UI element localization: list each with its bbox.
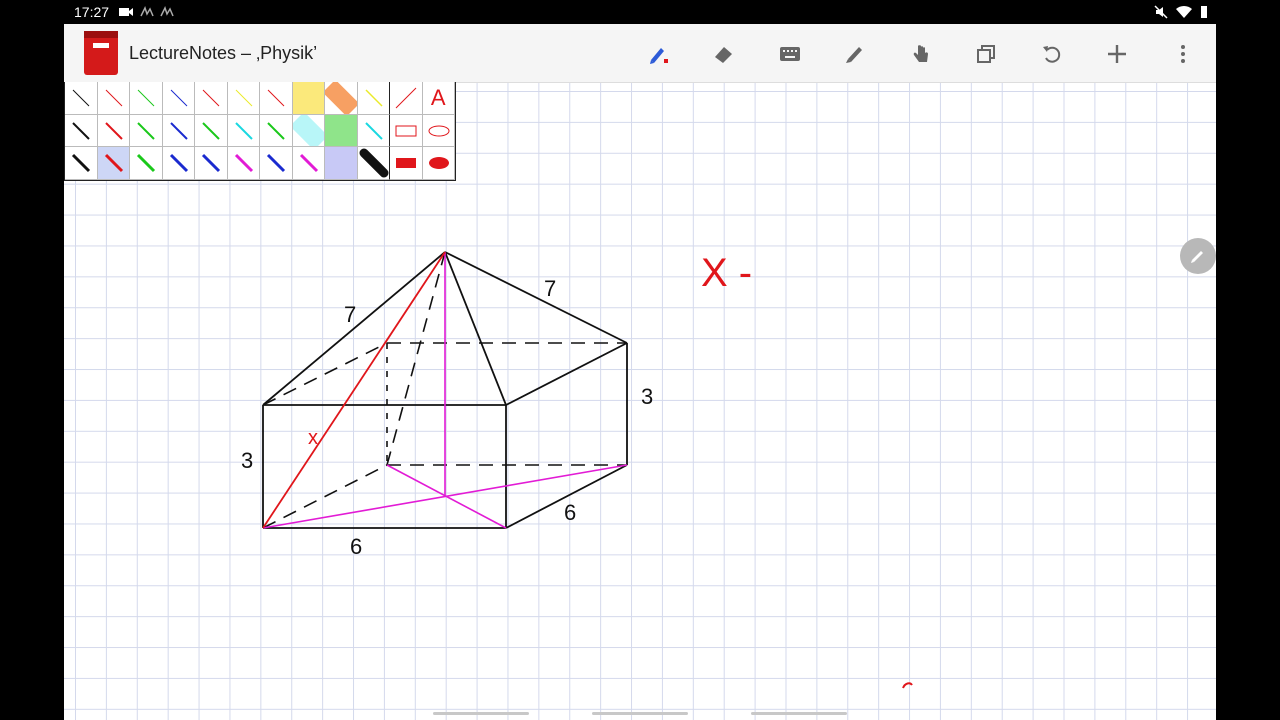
top-side-edge: [505, 342, 628, 406]
pen-medium-blue[interactable]: [162, 114, 195, 148]
more-options-button[interactable]: [1170, 41, 1196, 67]
ellipse-tool[interactable]: [422, 114, 455, 148]
video-icon: [119, 8, 133, 16]
label-edge-top-right: 7: [544, 276, 556, 301]
stray-mark: [902, 682, 913, 689]
notebook-logo-icon: [84, 31, 118, 75]
note-x: X -: [701, 251, 752, 295]
pen-thin-red[interactable]: [97, 82, 130, 115]
apex-front-right-edge: [444, 251, 507, 406]
nav-handle-left[interactable]: [433, 712, 529, 715]
status-bar: 17:27: [0, 0, 1280, 24]
pen-thick-blue[interactable]: [162, 147, 195, 180]
pen-thick-blue-3[interactable]: [260, 147, 293, 180]
highlighter-lavender[interactable]: [325, 147, 358, 180]
pen-thin-yellow[interactable]: [227, 82, 260, 115]
highlighter-orange[interactable]: [325, 82, 358, 115]
highlighter-icon: [846, 47, 862, 63]
pen-thin-red-3[interactable]: [260, 82, 293, 115]
space-diagonal-x: [262, 251, 446, 529]
page-title: LectureNotes – ‚Physik’: [129, 43, 318, 63]
lecturenotes-app: 7 7 3 3 6 6 x X - LectureNotes – ‚Physik…: [64, 24, 1216, 720]
pen-thick-green[interactable]: [130, 147, 163, 180]
pen-thick-red-selected[interactable]: [97, 147, 130, 180]
filled-ellipse-tool[interactable]: [422, 147, 455, 180]
highlighter-tool-button[interactable]: [842, 41, 868, 67]
highlighter-cyan[interactable]: [292, 114, 325, 148]
mute-icon: [1154, 5, 1168, 19]
copy-tool-button[interactable]: [973, 41, 999, 67]
magenta-lines: [262, 252, 628, 529]
pen-medium-green[interactable]: [130, 114, 163, 148]
text-tool-label: A: [430, 84, 446, 110]
navigation-handles: [0, 712, 1280, 716]
undo-icon: [1043, 46, 1061, 63]
pen-icon: [650, 48, 668, 64]
pen-medium-cyan[interactable]: [227, 114, 260, 148]
keyboard-tool-button[interactable]: [777, 41, 803, 67]
undo-tool-button[interactable]: [1039, 41, 1065, 67]
apex-left-edge: [262, 251, 446, 406]
label-base-side: 6: [564, 500, 576, 525]
eraser-icon: [715, 47, 732, 63]
base-diagonal-2: [386, 464, 507, 529]
pen-thin-blue[interactable]: [162, 82, 195, 115]
add-icon: [1108, 45, 1126, 63]
apex-back-right-edge: [444, 251, 628, 344]
floating-edit-button[interactable]: [1180, 238, 1216, 274]
rectangle-tool[interactable]: [390, 114, 423, 148]
more-icon: [1181, 45, 1185, 63]
eraser-tool-button[interactable]: [711, 41, 737, 67]
pen-tool-button[interactable]: [646, 41, 672, 67]
pen-thin-red-2[interactable]: [195, 82, 228, 115]
filled-rectangle-tool[interactable]: [390, 147, 423, 180]
notification-icon-2: [160, 6, 174, 17]
label-edge-top-left: 7: [344, 302, 356, 327]
highlighter-thin-yellow[interactable]: [357, 82, 390, 115]
pen-thick-magenta[interactable]: [227, 147, 260, 180]
hidden-apex-back: [386, 251, 446, 466]
pen-thin-black[interactable]: [65, 82, 98, 115]
highlighter-yellow[interactable]: [292, 82, 325, 115]
pen-thin-green[interactable]: [130, 82, 163, 115]
label-height-left: 3: [241, 448, 253, 473]
hand-tool-button[interactable]: [908, 41, 934, 67]
pen-thick-black[interactable]: [65, 147, 98, 180]
wifi-icon: [1176, 5, 1192, 19]
pen-medium-red[interactable]: [97, 114, 130, 148]
pen-medium-black[interactable]: [65, 114, 98, 148]
pencil-icon: [1191, 251, 1203, 263]
copy-icon: [977, 45, 995, 63]
pen-thick-magenta-2[interactable]: [292, 147, 325, 180]
pen-medium-green-3[interactable]: [260, 114, 293, 148]
nav-handle-center[interactable]: [592, 712, 688, 715]
keyboard-icon: [780, 47, 800, 61]
app-bar: LectureNotes – ‚Physik’: [64, 24, 1216, 83]
text-tool[interactable]: A: [422, 82, 455, 115]
status-time: 17:27: [74, 4, 110, 20]
highlighter-green[interactable]: [325, 114, 358, 148]
pen-medium-green-2[interactable]: [195, 114, 228, 148]
line-tool[interactable]: [390, 82, 423, 115]
pen-thick-blue-2[interactable]: [195, 147, 228, 180]
label-diagonal-x: x: [308, 427, 318, 449]
hand-icon: [913, 45, 928, 62]
hidden-bottom-left: [262, 464, 388, 529]
highlighter-thin-cyan[interactable]: [357, 114, 390, 148]
notification-icon: [140, 6, 154, 17]
label-height-right: 3: [641, 384, 653, 409]
marker-thick-black[interactable]: [357, 147, 390, 180]
battery-icon: [1201, 6, 1207, 18]
label-base-front: 6: [350, 534, 362, 559]
add-tool-button[interactable]: [1104, 41, 1130, 67]
pen-palette: A: [64, 82, 456, 181]
nav-handle-right[interactable]: [751, 712, 847, 715]
